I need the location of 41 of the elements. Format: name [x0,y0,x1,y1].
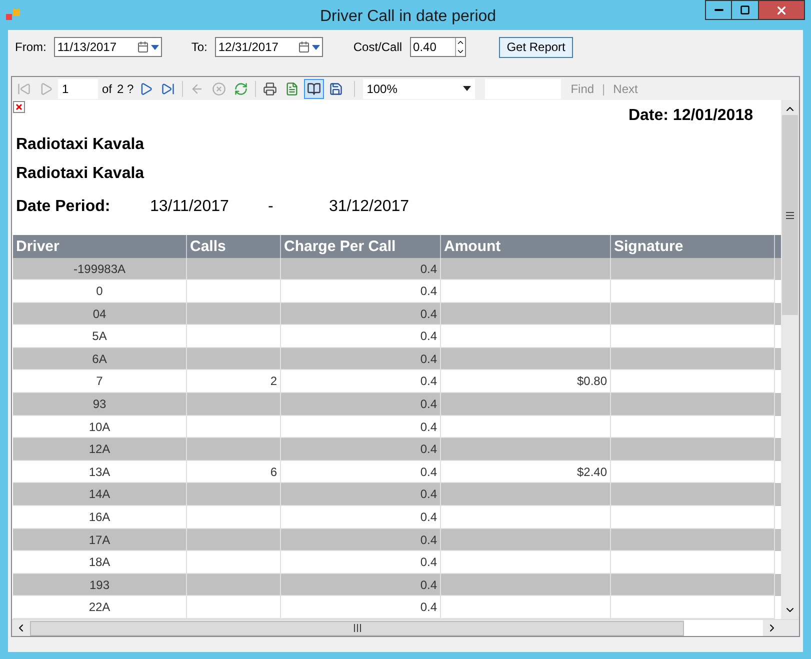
to-date-picker[interactable]: 12/31/2017 [215,37,324,57]
app-icon [6,9,20,21]
report-date: Date: 12/01/2018 [628,106,753,126]
table-cell: 22A [13,596,187,619]
scrollbar-thumb[interactable] [30,620,684,636]
caret-icon [151,44,160,50]
cost-label: Cost/Call [353,39,402,56]
vertical-scrollbar[interactable] [781,100,799,619]
grip-icon [354,624,360,632]
caret-icon [312,44,320,50]
period-from: 13/11/2017 [150,196,230,217]
close-button[interactable] [759,0,805,20]
company-name: Radiotaxi Kavala [16,134,146,155]
toolbar-separator: | [602,80,606,98]
cost-spinner[interactable]: 0.40 [410,37,466,57]
calendar-icon [137,41,150,53]
horizontal-scrollbar[interactable] [12,620,781,636]
company-name: Radiotaxi Kavala [16,164,146,184]
close-icon [775,4,788,16]
of-label: of [102,80,112,98]
from-date-picker[interactable]: 11/13/2017 [54,37,162,57]
calendar-icon [298,41,310,53]
grip-icon [786,212,794,218]
maximize-icon [740,5,750,15]
scrollbar-thumb[interactable] [782,115,798,315]
from-label: From: [15,39,46,56]
page-field[interactable]: 1 [58,78,98,98]
table-cell: 0.4 [281,596,441,619]
period-label: Date Period: [16,196,112,217]
window-title: Driver Call in date period [320,7,496,27]
to-label: To: [191,39,208,56]
minimize-button[interactable] [705,0,732,20]
print-layout-icon[interactable] [304,78,324,98]
maximize-button[interactable] [732,0,759,20]
zoom-dropdown[interactable]: 100% [362,78,475,98]
period-separator: - [268,196,274,217]
caret-icon [462,86,471,91]
page-count: 2 ? [117,80,134,98]
period-to: 31/12/2017 [329,196,410,217]
find-field[interactable] [484,78,561,98]
get-report-button[interactable]: Get Report [499,36,574,58]
